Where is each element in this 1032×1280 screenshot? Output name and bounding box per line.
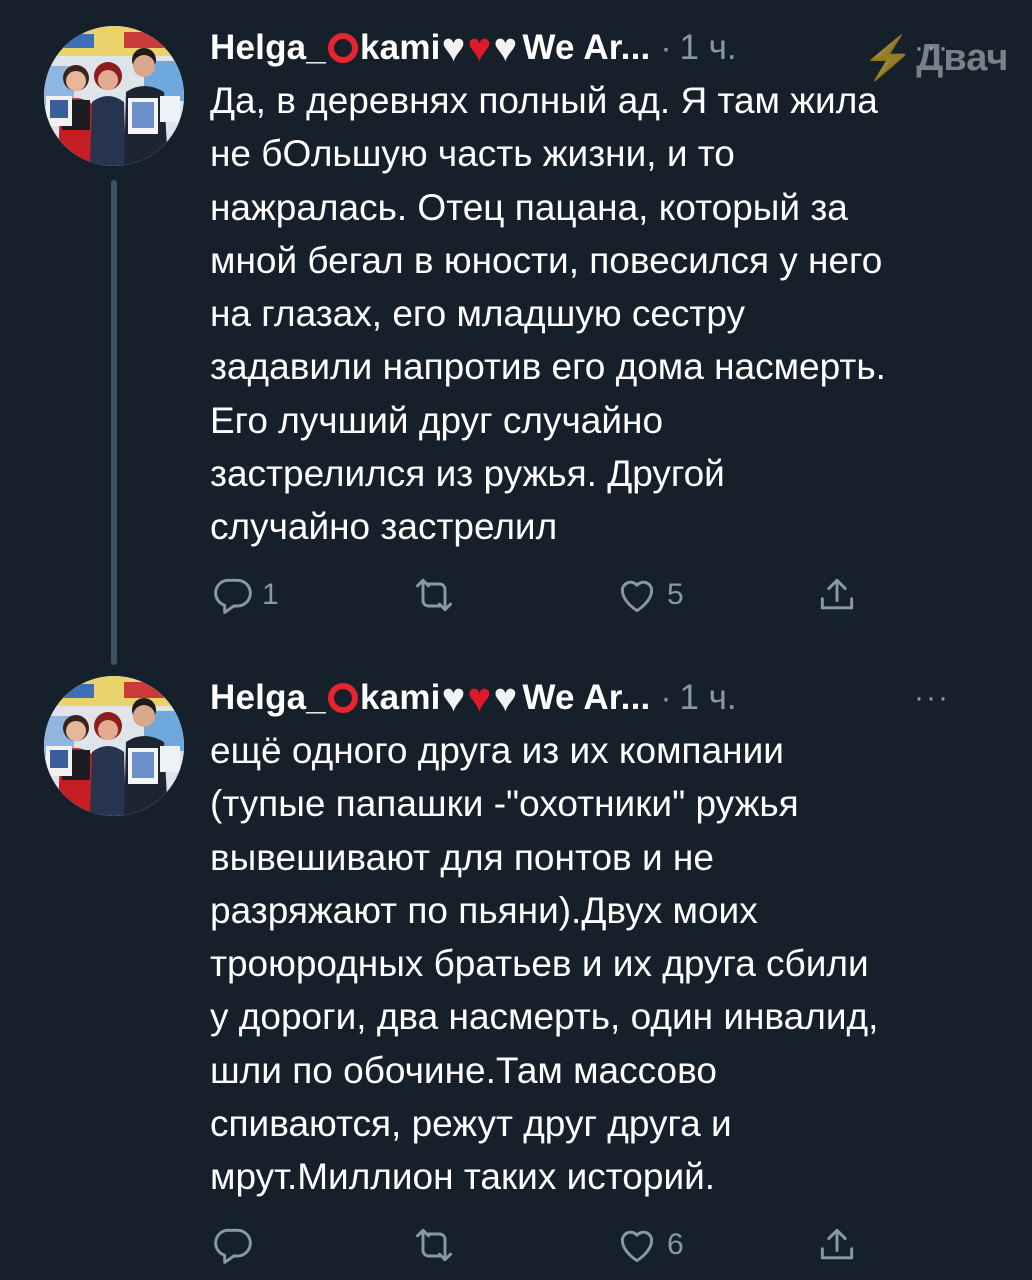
timestamp[interactable]: 1 ч.: [679, 678, 736, 718]
tweet-header: Helga_ kami ♥ ♥ ♥ We Ar... · 1 ч. ···: [210, 674, 1000, 722]
author-name[interactable]: Helga_ kami ♥ ♥ ♥ We Ar...: [210, 28, 650, 68]
like-button[interactable]: 6: [615, 1220, 684, 1270]
tweet-actions: 1 5: [210, 570, 1010, 620]
share-button[interactable]: [815, 570, 859, 620]
timestamp[interactable]: 1 ч.: [679, 28, 736, 68]
avatar[interactable]: [44, 676, 184, 816]
white-heart-icon: ♥: [441, 26, 466, 70]
avatar[interactable]: [44, 26, 184, 166]
like-count: 6: [667, 1228, 684, 1261]
red-circle-icon: [327, 683, 358, 713]
tweet-actions: 6: [210, 1220, 1010, 1270]
reply-icon: [214, 1228, 252, 1264]
red-circle-icon: [327, 33, 358, 63]
lightning-icon: ⚡: [862, 33, 915, 81]
more-options-icon[interactable]: ···: [914, 674, 950, 722]
thread-connector-line: [111, 180, 117, 665]
tweet-text: ещё одного друга из их компании (тупые п…: [210, 730, 879, 1198]
retweet-button[interactable]: [410, 1220, 466, 1270]
tweet[interactable]: Helga_ kami ♥ ♥ ♥ We Ar... · 1 ч. ··· Да…: [0, 0, 1032, 665]
separator-dot: ·: [660, 679, 672, 716]
white-heart-icon: ♥: [441, 676, 466, 720]
red-heart-icon: ♥: [467, 26, 492, 70]
share-icon: [820, 1228, 854, 1260]
share-icon: [820, 578, 854, 610]
avatar-photo: [44, 676, 184, 816]
like-button[interactable]: 5: [615, 570, 684, 620]
tweet-text: Да, в деревнях полный ад. Я там жила не …: [210, 80, 886, 548]
author-name[interactable]: Helga_ kami ♥ ♥ ♥ We Ar...: [210, 678, 650, 718]
reply-count: 1: [262, 578, 279, 611]
thread: Helga_ kami ♥ ♥ ♥ We Ar... · 1 ч. ··· Да…: [0, 0, 1032, 1280]
reply-button[interactable]: [210, 1220, 262, 1270]
white-heart-icon: ♥: [493, 26, 518, 70]
heart-outline-icon: [620, 580, 654, 613]
watermark-text: Двач: [916, 36, 1009, 79]
watermark: ⚡ Двач: [862, 30, 1008, 86]
retweet-icon: [416, 1228, 452, 1262]
share-button[interactable]: [815, 1220, 859, 1270]
retweet-icon: [416, 578, 452, 612]
reply-icon: [214, 578, 252, 614]
tweet[interactable]: Helga_ kami ♥ ♥ ♥ We Ar... · 1 ч. ··· ещ…: [0, 650, 1032, 1280]
white-heart-icon: ♥: [493, 676, 518, 720]
like-count: 5: [667, 578, 684, 611]
retweet-button[interactable]: [410, 570, 466, 620]
reply-button[interactable]: 1: [210, 570, 279, 620]
separator-dot: ·: [660, 29, 672, 66]
avatar-photo: [44, 26, 184, 166]
heart-outline-icon: [620, 1230, 654, 1263]
red-heart-icon: ♥: [467, 676, 492, 720]
